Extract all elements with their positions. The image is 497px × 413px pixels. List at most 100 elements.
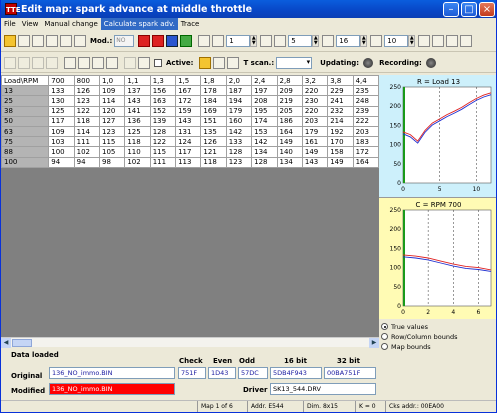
map-cell[interactable]: 184	[200, 95, 227, 107]
map-cell[interactable]: 179	[225, 105, 253, 117]
map-cell[interactable]: 143	[175, 115, 202, 127]
column-header[interactable]: 700	[48, 75, 75, 87]
map-cell[interactable]: 170	[327, 136, 354, 148]
mark-red-2-icon[interactable]	[152, 35, 165, 47]
row-header[interactable]: 25	[1, 95, 50, 107]
map-cell[interactable]: 195	[251, 105, 278, 117]
tscan-dropdown[interactable]	[276, 56, 313, 69]
scroll-thumb[interactable]	[12, 339, 32, 347]
scroll-left-icon[interactable]: ◀	[1, 338, 11, 348]
table-4-icon[interactable]	[106, 56, 118, 69]
table-5-icon[interactable]	[138, 56, 150, 69]
map-cell[interactable]: 143	[124, 95, 151, 107]
map-cell[interactable]: 142	[225, 125, 253, 138]
map-cell[interactable]: 133	[48, 85, 75, 97]
map-cell[interactable]: 141	[124, 105, 151, 117]
map-cell[interactable]: 192	[327, 125, 354, 138]
map-cell[interactable]: 220	[301, 85, 329, 97]
menu-trace[interactable]: Trace	[178, 18, 203, 30]
map-cell[interactable]: 183	[352, 136, 379, 148]
row-header[interactable]: 50	[1, 115, 50, 127]
row-header[interactable]: 38	[1, 105, 50, 117]
map-cell[interactable]: 220	[301, 105, 329, 117]
walker-icon[interactable]	[213, 56, 226, 69]
map-cell[interactable]: 115	[98, 136, 126, 148]
mark-blue-icon[interactable]	[166, 35, 179, 47]
map-cell[interactable]: 121	[200, 146, 227, 158]
spin-step-3[interactable]: 16 ▲ ▼	[336, 35, 368, 47]
map-cell[interactable]: 122	[149, 136, 177, 148]
map-cell[interactable]: 186	[276, 115, 303, 127]
save-icon[interactable]	[18, 56, 30, 69]
map-cell[interactable]: 126	[73, 85, 100, 97]
map-cell[interactable]: 178	[200, 85, 227, 97]
map-cell[interactable]: 235	[352, 85, 379, 97]
map-cell[interactable]: 109	[48, 125, 75, 138]
map-cell[interactable]: 174	[251, 115, 278, 127]
map-table[interactable]: Load\RPM 700 800 1,0 1,1 1,3 1,5 1,8 2,0 2,4 2,8 3,…	[1, 75, 379, 168]
map-cell[interactable]: 127	[98, 115, 126, 127]
pause-icon[interactable]	[46, 56, 58, 69]
map-cell[interactable]: 136	[124, 115, 151, 127]
modified-file-field[interactable]: 136_NO_immo.BIN	[49, 383, 175, 395]
map-cell[interactable]: 187	[225, 85, 253, 97]
person-icon[interactable]	[199, 56, 212, 69]
map-cell[interactable]: 169	[200, 105, 227, 117]
map-cell[interactable]: 151	[200, 115, 227, 127]
map-cell[interactable]: 208	[251, 95, 278, 107]
sensor-icon[interactable]	[227, 56, 240, 69]
stop-icon[interactable]	[32, 56, 44, 69]
radio-row-column-bounds[interactable]: Row/Column bounds	[381, 332, 496, 341]
map-cell[interactable]: 156	[149, 85, 177, 97]
map-cell[interactable]: 111	[73, 136, 100, 148]
menu-calculate-spark-adv[interactable]: Calculate spark adv.	[100, 18, 178, 30]
map-cell[interactable]: 143	[301, 156, 329, 168]
map-cell[interactable]: 114	[98, 95, 126, 107]
map-cell[interactable]: 167	[175, 85, 202, 97]
menu-view[interactable]: View	[19, 18, 42, 30]
map-cell[interactable]: 137	[124, 85, 151, 97]
map-cell[interactable]: 123	[98, 125, 126, 138]
table-3-icon[interactable]	[92, 56, 104, 69]
column-header[interactable]: 1,1	[124, 75, 151, 87]
map-cell[interactable]: 94	[73, 156, 100, 168]
map-cell[interactable]: 113	[175, 156, 202, 168]
column-header[interactable]: 1,8	[200, 75, 227, 87]
driver-field[interactable]: SK13_544.DRV	[270, 383, 376, 395]
map-cell[interactable]: 115	[149, 146, 177, 158]
copy-map-icon[interactable]	[18, 35, 30, 47]
map-b-icon[interactable]	[432, 35, 445, 47]
active-checkbox[interactable]	[154, 58, 162, 67]
map-cell[interactable]: 163	[149, 95, 177, 107]
close-button[interactable]: ×	[479, 1, 495, 17]
column-header[interactable]: 2,0	[225, 75, 253, 87]
map-cell[interactable]: 205	[276, 105, 303, 117]
folder-icon[interactable]	[4, 56, 16, 69]
map-cell[interactable]: 110	[124, 146, 151, 158]
column-header[interactable]: 3,8	[327, 75, 354, 87]
map-cell[interactable]: 197	[251, 85, 278, 97]
map-cell[interactable]: 109	[98, 85, 126, 97]
map-cell[interactable]: 130	[48, 95, 75, 107]
map-cell[interactable]: 239	[352, 105, 379, 117]
map-cell[interactable]: 140	[276, 146, 303, 158]
map-cell[interactable]: 105	[98, 146, 126, 158]
map-cell[interactable]: 149	[276, 136, 303, 148]
map-cell[interactable]: 248	[352, 95, 379, 107]
map-d-icon[interactable]	[460, 35, 473, 47]
map-cell[interactable]: 222	[352, 115, 379, 127]
map-cell[interactable]: 134	[276, 156, 303, 168]
map-cell[interactable]: 102	[124, 156, 151, 168]
map-cell[interactable]: 203	[352, 125, 379, 138]
map-cell[interactable]: 149	[327, 156, 354, 168]
map-cell[interactable]: 160	[225, 115, 253, 127]
map-cell[interactable]: 94	[48, 156, 75, 168]
map-c-icon[interactable]	[446, 35, 459, 47]
column-header[interactable]: 2,8	[276, 75, 303, 87]
column-header[interactable]: 1,5	[175, 75, 202, 87]
map-cell[interactable]: 128	[149, 125, 177, 138]
column-header[interactable]: 1,0	[98, 75, 126, 87]
radio-true-values[interactable]: True values	[381, 322, 496, 331]
spin-step-4[interactable]: 10 ▲ ▼	[384, 35, 416, 47]
map-cell[interactable]: 123	[73, 95, 100, 107]
